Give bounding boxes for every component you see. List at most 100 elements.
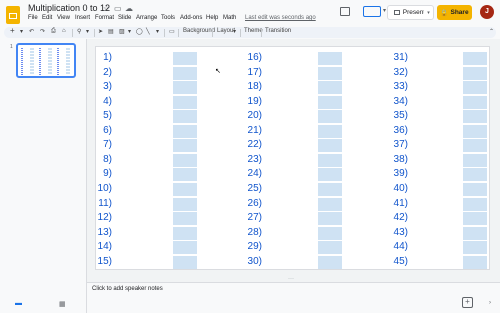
answer-box[interactable] (173, 110, 197, 124)
answer-box[interactable] (463, 241, 487, 255)
star-icon[interactable]: ☆ (103, 4, 110, 13)
chevron-up-icon[interactable]: ⌃ (489, 28, 494, 35)
present-options-chevron-icon[interactable]: ▾ (424, 5, 434, 20)
answer-box[interactable] (318, 153, 342, 167)
menu-slide[interactable]: Slide (118, 15, 131, 21)
slides-logo-icon[interactable] (6, 6, 20, 24)
transition-button[interactable]: Transition (265, 28, 291, 34)
explore-icon[interactable]: + (462, 297, 473, 308)
select-cursor-icon[interactable]: ➤ (98, 28, 103, 35)
text-box-icon[interactable]: ▤ (108, 28, 114, 35)
move-folder-icon[interactable]: ▭ (114, 4, 122, 13)
line-icon[interactable]: ╲ (146, 28, 150, 35)
answer-box[interactable] (173, 81, 197, 95)
slide[interactable] (95, 46, 490, 270)
answer-box[interactable] (463, 81, 487, 95)
answer-box[interactable] (173, 197, 197, 211)
shape-icon[interactable]: ◯ (136, 28, 143, 35)
menu-view[interactable]: View (57, 15, 70, 21)
background-button[interactable]: Background (183, 28, 215, 34)
answer-box[interactable] (318, 168, 342, 182)
menu-file[interactable]: File (28, 15, 38, 21)
cloud-status-icon[interactable]: ☁ (125, 4, 133, 13)
zoom-icon[interactable]: ⚲ (77, 28, 81, 35)
answer-box[interactable] (463, 255, 487, 269)
answer-box[interactable] (463, 66, 487, 80)
problem-number: 28) (247, 226, 262, 238)
avatar[interactable]: J (480, 5, 494, 19)
answer-box[interactable] (173, 255, 197, 269)
menu-math[interactable]: Math (223, 15, 236, 21)
chevron-down-icon[interactable]: ▾ (20, 28, 23, 35)
answer-box[interactable] (173, 226, 197, 240)
menu-format[interactable]: Format (95, 15, 114, 21)
answer-box[interactable] (318, 255, 342, 269)
menu-add-ons[interactable]: Add-ons (180, 15, 202, 21)
answer-box[interactable] (318, 139, 342, 153)
menu-edit[interactable]: Edit (42, 15, 52, 21)
comment-history-icon[interactable] (340, 7, 350, 16)
chevron-down-icon[interactable]: ▾ (233, 28, 236, 35)
answer-box[interactable] (173, 153, 197, 167)
print-icon[interactable]: ⎙ (51, 28, 56, 35)
answer-box[interactable] (318, 226, 342, 240)
answer-box[interactable] (463, 182, 487, 196)
add-comment-icon[interactable]: ▭ (169, 28, 175, 35)
answer-box[interactable] (173, 212, 197, 226)
answer-box[interactable] (463, 139, 487, 153)
undo-icon[interactable]: ↶ (29, 28, 34, 35)
answer-box[interactable] (173, 124, 197, 138)
chevron-down-icon[interactable]: ▾ (383, 7, 386, 14)
answer-box[interactable] (463, 168, 487, 182)
answer-box[interactable] (173, 182, 197, 196)
answer-box[interactable] (173, 95, 197, 109)
answer-box[interactable] (318, 124, 342, 138)
answer-box[interactable] (318, 52, 342, 65)
menu-help[interactable]: Help (206, 15, 218, 21)
answer-box[interactable] (318, 66, 342, 80)
slide-thumbnail[interactable] (16, 43, 76, 78)
theme-button[interactable]: Theme (244, 28, 263, 34)
problem-number: 25) (247, 182, 262, 194)
answer-box[interactable] (463, 212, 487, 226)
answer-box[interactable] (173, 52, 197, 65)
share-button[interactable]: 🔒 Share (437, 5, 472, 20)
redo-icon[interactable]: ↷ (40, 28, 45, 35)
answer-box[interactable] (173, 139, 197, 153)
menu-insert[interactable]: Insert (75, 15, 90, 21)
paint-format-icon[interactable]: ⌂ (62, 28, 66, 34)
meet-icon[interactable] (363, 6, 381, 17)
answer-box[interactable] (463, 95, 487, 109)
document-title[interactable]: Multiplication 0 to 12 (28, 3, 110, 13)
answer-box[interactable] (318, 212, 342, 226)
answer-box[interactable] (318, 241, 342, 255)
answer-box[interactable] (463, 110, 487, 124)
answer-box[interactable] (463, 124, 487, 138)
chevron-down-icon[interactable]: ▾ (156, 28, 159, 35)
answer-box[interactable] (318, 110, 342, 124)
answer-box[interactable] (463, 153, 487, 167)
chevron-right-icon[interactable]: › (489, 300, 491, 306)
speaker-notes[interactable]: Click to add speaker notes (92, 286, 163, 292)
answer-box[interactable] (173, 66, 197, 80)
chevron-down-icon[interactable]: ▾ (128, 28, 131, 35)
filmstrip-view-icon[interactable]: ▬ (15, 300, 22, 307)
answer-box[interactable] (318, 197, 342, 211)
answer-box[interactable] (318, 182, 342, 196)
menu-tools[interactable]: Tools (161, 15, 175, 21)
last-edit-link[interactable]: Last edit was seconds ago (245, 15, 316, 21)
problem-number: 45) (393, 255, 408, 267)
answer-box[interactable] (463, 226, 487, 240)
answer-box[interactable] (318, 95, 342, 109)
menu-arrange[interactable]: Arrange (136, 15, 157, 21)
grid-view-icon[interactable]: ▦ (59, 300, 66, 308)
new-slide-icon[interactable]: + (10, 26, 15, 35)
answer-box[interactable] (173, 168, 197, 182)
answer-box[interactable] (463, 197, 487, 211)
slide-number: 1 (10, 44, 13, 50)
answer-box[interactable] (463, 52, 487, 65)
image-icon[interactable]: ▨ (119, 28, 125, 35)
answer-box[interactable] (318, 81, 342, 95)
chevron-down-icon[interactable]: ▾ (86, 28, 89, 35)
answer-box[interactable] (173, 241, 197, 255)
